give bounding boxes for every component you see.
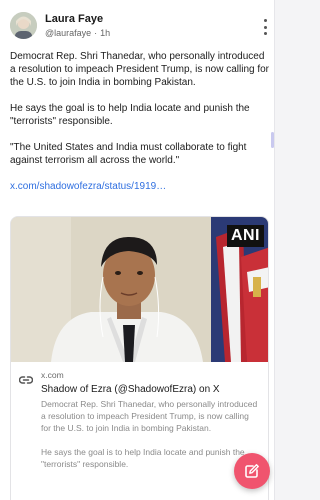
- preview-info: x.com Shadow of Ezra (@ShadowofEzra) on …: [11, 362, 268, 470]
- post-link[interactable]: x.com/shadowofezra/status/1919…: [10, 180, 271, 193]
- avatar[interactable]: [10, 12, 37, 39]
- preview-domain: x.com: [41, 370, 64, 380]
- post-paragraph: He says the goal is to help India locate…: [10, 103, 250, 127]
- author-meta: @laurafaye · 1h: [45, 27, 110, 39]
- author-name[interactable]: Laura Faye: [45, 13, 110, 26]
- preview-title[interactable]: Shadow of Ezra (@ShadowofEzra) on X: [41, 383, 258, 396]
- edit-icon: [245, 464, 259, 478]
- author-handle: @laurafaye: [45, 28, 92, 38]
- preview-image[interactable]: ANI: [11, 217, 268, 362]
- meta-separator: ·: [94, 28, 98, 38]
- vertical-dots-icon[interactable]: [260, 19, 270, 35]
- preview-description-paragraph: He says the goal is to help India locate…: [41, 447, 245, 469]
- ani-badge: ANI: [226, 225, 264, 247]
- link-preview-card[interactable]: ANI x.com Shadow of Ezra (@ShadowofEzra)…: [10, 216, 269, 500]
- scrollbar-thumb[interactable]: [271, 132, 274, 148]
- post-card: Laura Faye @laurafaye · 1h Democrat Rep.…: [0, 0, 275, 500]
- preview-description: Democrat Rep. Shri Thanedar, who persona…: [41, 398, 258, 470]
- link-icon: [19, 376, 33, 384]
- post-body: Democrat Rep. Shri Thanedar, who persona…: [10, 50, 271, 193]
- preview-description-paragraph: Democrat Rep. Shri Thanedar, who persona…: [41, 399, 258, 433]
- post-time: 1h: [100, 28, 111, 38]
- author-block: Laura Faye @laurafaye · 1h: [45, 13, 110, 39]
- post-paragraph: "The United States and India must collab…: [10, 142, 247, 166]
- compose-button[interactable]: [234, 453, 270, 489]
- post-paragraph: Democrat Rep. Shri Thanedar, who persona…: [10, 51, 270, 88]
- post-header: Laura Faye @laurafaye · 1h: [10, 12, 272, 42]
